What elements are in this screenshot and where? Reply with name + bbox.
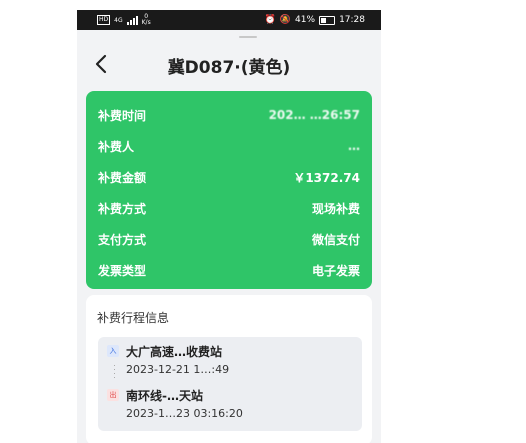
fee-value: ￥1372.74 xyxy=(293,170,360,185)
trip-route-box: 入 大广高速…收费站 2023-12-21 1…:49 出 南环线-…天站 20… xyxy=(98,337,362,431)
status-left: HD 4G 0 K/s xyxy=(97,14,151,26)
mute-icon: 🔕 xyxy=(279,15,292,25)
exit-time: 2023-1…23 03:16:20 xyxy=(126,407,243,420)
fee-row-payment: 支付方式 微信支付 xyxy=(86,229,372,249)
phone-screen: HD 4G 0 K/s ⏰ 🔕 41% 17:28 冀D087·(黄色) 补费时… xyxy=(77,10,381,443)
exit-station: 南环线-…天站 xyxy=(126,389,203,403)
fee-value: 202… …26:57 xyxy=(268,108,360,122)
fee-label: 补费人 xyxy=(98,139,135,154)
alarm-icon: ⏰ xyxy=(264,15,276,25)
status-bar: HD 4G 0 K/s ⏰ 🔕 41% 17:28 xyxy=(77,10,381,30)
route-dots xyxy=(114,365,116,381)
fee-value: 微信支付 xyxy=(311,232,360,247)
clock: 17:28 xyxy=(339,15,365,25)
status-right: ⏰ 🔕 41% 17:28 xyxy=(265,15,365,25)
exit-tag: 出 xyxy=(107,389,119,401)
fee-value: … xyxy=(348,139,360,153)
fee-label: 补费方式 xyxy=(98,201,147,216)
fee-label: 支付方式 xyxy=(98,232,147,247)
fee-row-invoice: 发票类型 电子发票 xyxy=(86,260,372,280)
entry-station: 大广高速…收费站 xyxy=(126,345,223,359)
fee-row-time: 补费时间 202… …26:57 xyxy=(86,105,372,125)
fee-label: 补费时间 xyxy=(98,108,147,123)
battery-icon xyxy=(319,15,336,25)
trip-section-title: 补费行程信息 xyxy=(97,311,170,325)
battery-percent: 41% xyxy=(295,15,316,25)
fee-label: 发票类型 xyxy=(98,263,147,278)
fee-value: 电子发票 xyxy=(311,263,360,278)
entry-time: 2023-12-21 1…:49 xyxy=(126,363,230,376)
fee-row-method: 补费方式 现场补费 xyxy=(86,198,372,218)
signal-icon xyxy=(126,15,138,25)
entry-tag: 入 xyxy=(107,345,119,357)
hd-icon: HD xyxy=(97,15,111,25)
page-title: 冀D087·(黄色) xyxy=(167,58,291,78)
fee-label: 补费金额 xyxy=(98,170,147,185)
speed-unit: K/s xyxy=(141,19,151,26)
fee-detail-card: 补费时间 202… …26:57 补费人 … 补费金额 ￥1372.74 补费方… xyxy=(86,91,372,289)
network-speed: 0 K/s xyxy=(142,14,151,26)
trip-info-card: 补费行程信息 入 大广高速…收费站 2023-12-21 1…:49 出 南环线… xyxy=(86,295,372,443)
network-label: 4G xyxy=(114,16,123,24)
fee-row-payer: 补费人 … xyxy=(86,136,372,156)
fee-row-amount: 补费金额 ￥1372.74 xyxy=(86,167,372,187)
header: 冀D087·(黄色) xyxy=(77,38,381,92)
fee-value: 现场补费 xyxy=(311,201,360,216)
